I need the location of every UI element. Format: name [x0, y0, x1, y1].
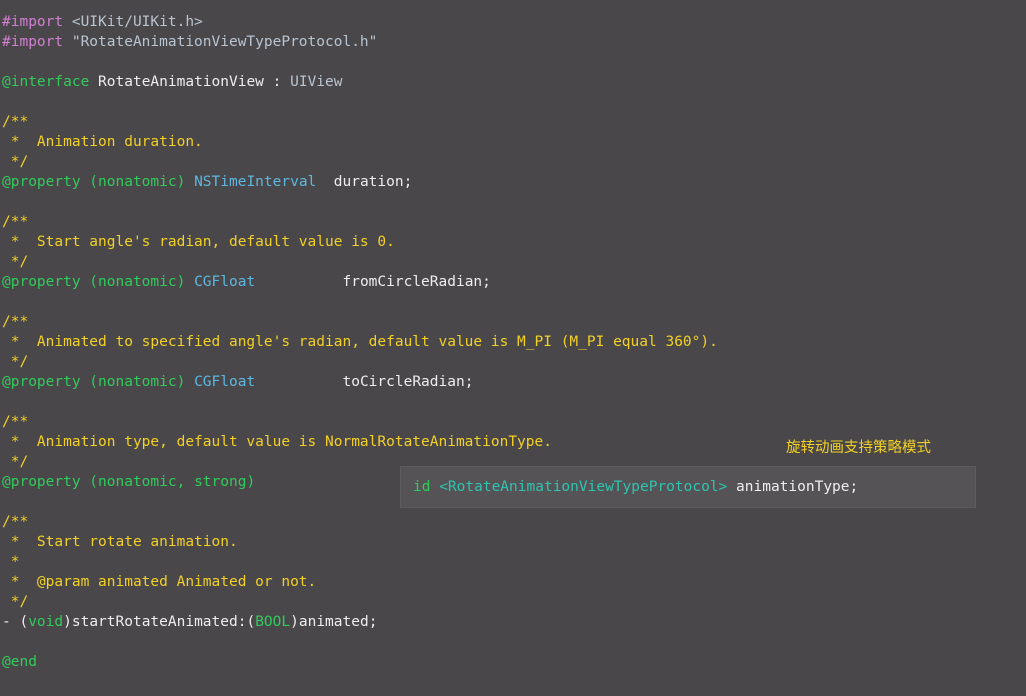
code-line-end: @end — [2, 654, 37, 670]
doc-comment-open: /** — [2, 414, 29, 430]
code-line-import-uikit: #import <UIKit/UIKit.h> — [2, 12, 1026, 32]
property-name: toCircleRadian; — [255, 374, 474, 390]
property-name: duration; — [316, 174, 413, 190]
doc-comment-close: */ — [2, 594, 29, 610]
doc-comment-body: * Start angle's radian, default value is… — [2, 234, 395, 250]
property-keyword: @property — [2, 274, 81, 290]
doc-comment-open: /** — [2, 314, 29, 330]
property-keyword: @property — [2, 474, 81, 490]
doc-comment-open: /** — [2, 214, 29, 230]
highlighted-code-callout-box: id <RotateAnimationViewTypeProtocol> ani… — [400, 466, 976, 508]
doc-comment-open: /** — [2, 114, 29, 130]
code-line-property-fromcircleradian: @property (nonatomic) CGFloat fromCircle… — [2, 272, 1026, 292]
property-attributes: (nonatomic) — [80, 274, 186, 290]
property-name: animationType; — [727, 479, 859, 495]
property-name: fromCircleRadian; — [255, 274, 491, 290]
interface-class-name: RotateAnimationView : — [89, 74, 291, 90]
import-path: "RotateAnimationViewTypeProtocol.h" — [63, 34, 378, 50]
doc-comment-body: * Start rotate animation. — [2, 534, 238, 550]
doc-comment-close: */ — [2, 154, 29, 170]
property-keyword: @property — [2, 374, 81, 390]
doc-comment-open: /** — [2, 514, 29, 530]
param-type: BOOL — [255, 614, 291, 630]
code-line-import-protocol: #import "RotateAnimationViewTypeProtocol… — [2, 32, 1026, 52]
property-type: CGFloat — [185, 274, 256, 290]
code-line-interface: @interface RotateAnimationView : UIView — [2, 72, 1026, 92]
highlighted-declaration: id <RotateAnimationViewTypeProtocol> ani… — [401, 467, 975, 507]
preprocessor-directive: #import — [2, 34, 64, 50]
code-line-property-tocircleradian: @property (nonatomic) CGFloat toCircleRa… — [2, 372, 1026, 392]
property-attributes: (nonatomic, strong) — [80, 474, 256, 490]
property-attributes: (nonatomic) — [80, 374, 186, 390]
doc-comment-close: */ — [2, 354, 29, 370]
protocol-conformance: <RotateAnimationViewTypeProtocol> — [439, 479, 728, 495]
property-attributes: (nonatomic) — [80, 174, 186, 190]
property-type: NSTimeInterval — [185, 174, 317, 190]
code-line-property-duration: @property (nonatomic) NSTimeInterval dur… — [2, 172, 1026, 192]
code-editor-canvas: #import <UIKit/UIKit.h> #import "RotateA… — [0, 0, 1026, 696]
return-type-paren-close: ) — [63, 614, 72, 630]
import-path: <UIKit/UIKit.h> — [63, 14, 203, 30]
return-type: void — [28, 614, 64, 630]
doc-comment-body: * Animation duration. — [2, 134, 203, 150]
code-line-method-startrotateanimated: - (void)startRotateAnimated:(BOOL)animat… — [2, 612, 1026, 632]
method-selector: startRotateAnimated: — [71, 614, 247, 630]
doc-comment-close: */ — [2, 254, 29, 270]
id-keyword: id — [413, 479, 440, 495]
param-type-paren-close: ) — [290, 614, 299, 630]
param-name: animated; — [298, 614, 378, 630]
interface-keyword: @interface — [2, 74, 90, 90]
interface-superclass: UIView — [290, 74, 343, 90]
doc-comment-body: * Animated to specified angle's radian, … — [2, 334, 718, 350]
chinese-annotation-note: 旋转动画支持策略模式 — [786, 440, 931, 456]
property-type: CGFloat — [185, 374, 256, 390]
param-type-paren-open: ( — [246, 614, 256, 630]
doc-comment-body: * — [2, 554, 20, 570]
doc-comment-param: * @param animated Animated or not. — [2, 574, 317, 590]
return-type-paren-open: ( — [19, 614, 29, 630]
preprocessor-directive: #import — [2, 14, 64, 30]
property-keyword: @property — [2, 174, 81, 190]
method-scope-dash: - — [2, 614, 20, 630]
